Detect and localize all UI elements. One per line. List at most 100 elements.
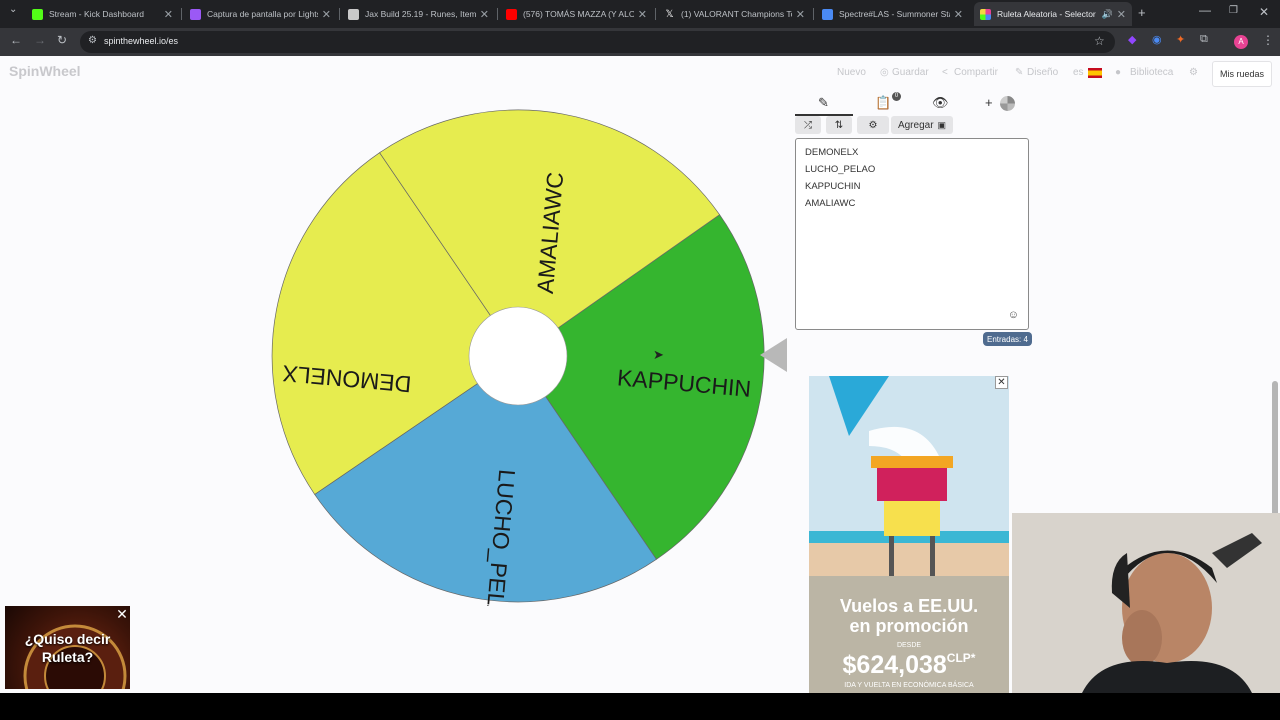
back-icon[interactable]: ← [10,33,22,47]
kick-favicon-icon [32,8,43,20]
results-count-badge: 0 [892,92,901,101]
entry-line: AMALIAWC [805,198,856,209]
close-tab-icon[interactable]: ✕ [954,8,963,21]
close-tab-icon[interactable]: ✕ [480,8,489,21]
browser-tab[interactable]: 𝕏 (1) VALORANT Champions Tour ✕ [658,2,811,26]
entry-line: DEMONELX [805,147,859,158]
ad-headline: Vuelos a EE.UU. en promoción [809,596,1009,636]
browser-menu-icon[interactable]: ⋮ [1262,33,1274,47]
nuevo-button[interactable]: Nuevo [837,67,866,78]
game-favicon-icon [348,8,359,20]
guardar-button[interactable]: Guardar [892,67,929,78]
shuffle-button[interactable]: ⤮ [795,116,821,134]
speaker-icon[interactable]: 🔊 [1102,9,1113,20]
reload-icon[interactable]: ↻ [57,33,67,47]
roulette-promo-popup[interactable]: ✕ ¿Quiso decir Ruleta? [5,606,130,689]
save-icon: ◎ [880,67,889,78]
agregar-label: Agregar [897,119,934,131]
emoji-smiley-icon[interactable]: ☺ [1008,309,1019,321]
entry-line: LUCHO_PELAO [805,164,876,175]
spain-flag-icon[interactable] [1088,68,1102,78]
browser-toolbar: ← → ↻ ⚙ spinthewheel.io/es ☆ ◆ ◉ ✦ ⧉ A ⋮ [0,28,1280,56]
ad-footer-text: IDA Y VUELTA EN ECONÓMICA BÁSICA [844,682,974,689]
entry-line: KAPPUCHIN [805,181,861,192]
mouse-cursor-icon: ➤ [653,347,664,362]
advertisement-banner[interactable]: ✕ Vuelos a EE.UU. en promoción DESDE $62… [809,376,1009,693]
screen-bottom-strip [0,693,1280,720]
browser-tab[interactable]: Stream - Kick Dashboard ✕ [26,2,179,26]
wheel-center-hub[interactable] [468,306,568,406]
streamer-webcam-image [1012,513,1280,693]
wheel-favicon-icon [980,8,991,20]
browser-tab-active[interactable]: Ruleta Aleatoria - Selector d 🔊 ✕ [974,2,1132,26]
tab-separator [339,8,340,20]
profile-avatar[interactable]: A [1234,35,1248,49]
add-wheel-plus-icon[interactable]: + [985,95,993,110]
forward-icon[interactable]: → [34,33,46,47]
tab-separator [813,8,814,20]
compartir-button[interactable]: Compartir [954,67,998,78]
advanced-button[interactable]: ⚙ [857,116,889,134]
youtube-favicon-icon [506,8,517,20]
close-tab-icon[interactable]: ✕ [322,8,331,21]
ad-price: $624,038CLP* [809,651,1009,680]
pencil-design-icon: ✎ [1015,67,1024,78]
stats-favicon-icon [822,8,833,20]
ad-headline-line1: Vuelos a EE.UU. [839,596,979,616]
gear-icon: ⚙ [868,119,878,131]
close-tab-icon[interactable]: ✕ [164,8,173,21]
promo-close-icon[interactable]: ✕ [115,607,129,621]
maximize-icon[interactable]: ❐ [1229,5,1238,16]
edit-pencil-icon[interactable]: ✎ [818,95,829,111]
browser-tab[interactable]: (576) TOMÁS MAZZA (Y ALONS ✕ [500,2,653,26]
minimize-icon[interactable]: — [1199,3,1211,17]
mis-ruedas-button[interactable]: Mis ruedas [1212,61,1272,87]
entries-textarea[interactable]: DEMONELX LUCHO_PELAO KAPPUCHIN AMALIAWC … [795,138,1029,330]
wheel-pointer-arrow [760,338,787,372]
promo-line1: ¿Quiso decir [24,631,111,647]
shuffle-icon: ⤮ [804,119,812,131]
share-icon: < [942,67,948,78]
agregar-image-button[interactable]: Agregar ▣ [891,116,953,134]
address-bar[interactable]: ⚙ spinthewheel.io/es ☆ [80,31,1115,53]
promo-text: ¿Quiso decir Ruleta? [5,630,130,666]
extension-twitch-icon[interactable]: ◆ [1128,33,1136,46]
ad-close-icon[interactable]: ✕ [995,376,1008,389]
tab-separator [497,8,498,20]
site-info-icon[interactable]: ⚙ [88,35,97,46]
close-tab-icon[interactable]: ✕ [796,8,805,21]
webcam-overlay [1012,513,1280,693]
sort-icon: ⇅ [834,119,844,131]
spin-wheel[interactable]: KAPPUCHIN LUCHO_PELAO DEMONELX AMALIAWC [268,106,768,606]
sort-button[interactable]: ⇅ [826,116,852,134]
hide-eye-icon[interactable]: 👁 [932,95,949,111]
browser-tab[interactable]: Captura de pantalla por Lightsh ✕ [184,2,337,26]
url-text: spinthewheel.io/es [104,36,179,46]
x-favicon-icon: 𝕏 [664,8,675,20]
extension-audio-icon[interactable]: ◉ [1152,33,1162,46]
browser-tab[interactable]: Spectre#LAS - Summoner Stats ✕ [816,2,969,26]
results-clipboard-icon[interactable]: 📋 [875,95,891,111]
ad-currency: CLP* [946,651,976,665]
wheel-thumbnail-icon[interactable] [1000,96,1015,111]
editor-tabs: ✎ 📋 0 👁 + [795,90,1028,116]
image-icon: ▣ [937,119,947,130]
ad-headline-line2: en promoción [849,616,969,636]
tab-search-icon[interactable]: ⌄ [9,4,17,15]
close-tab-icon[interactable]: ✕ [1117,8,1126,21]
extension-fox-icon[interactable]: ✦ [1176,33,1185,46]
spinwheel-logo[interactable]: SpinWheel [9,63,81,79]
biblioteca-button[interactable]: Biblioteca [1130,67,1173,78]
close-window-icon[interactable]: ✕ [1259,5,1269,19]
entries-count-badge: Entradas: 4 [983,332,1032,346]
new-tab-icon[interactable]: + [1138,5,1146,20]
settings-gear-icon[interactable]: ⚙ [1189,67,1198,78]
browser-tab[interactable]: Jax Build 25.19 - Runes, Items, I ✕ [342,2,495,26]
diseno-button[interactable]: Diseño [1027,67,1058,78]
extensions-puzzle-icon[interactable]: ⧉ [1200,33,1208,46]
language-selector[interactable]: es [1073,67,1084,78]
globe-icon: ● [1115,67,1122,78]
bookmark-star-icon[interactable]: ☆ [1094,34,1105,48]
close-tab-icon[interactable]: ✕ [638,8,647,21]
tab-separator [655,8,656,20]
